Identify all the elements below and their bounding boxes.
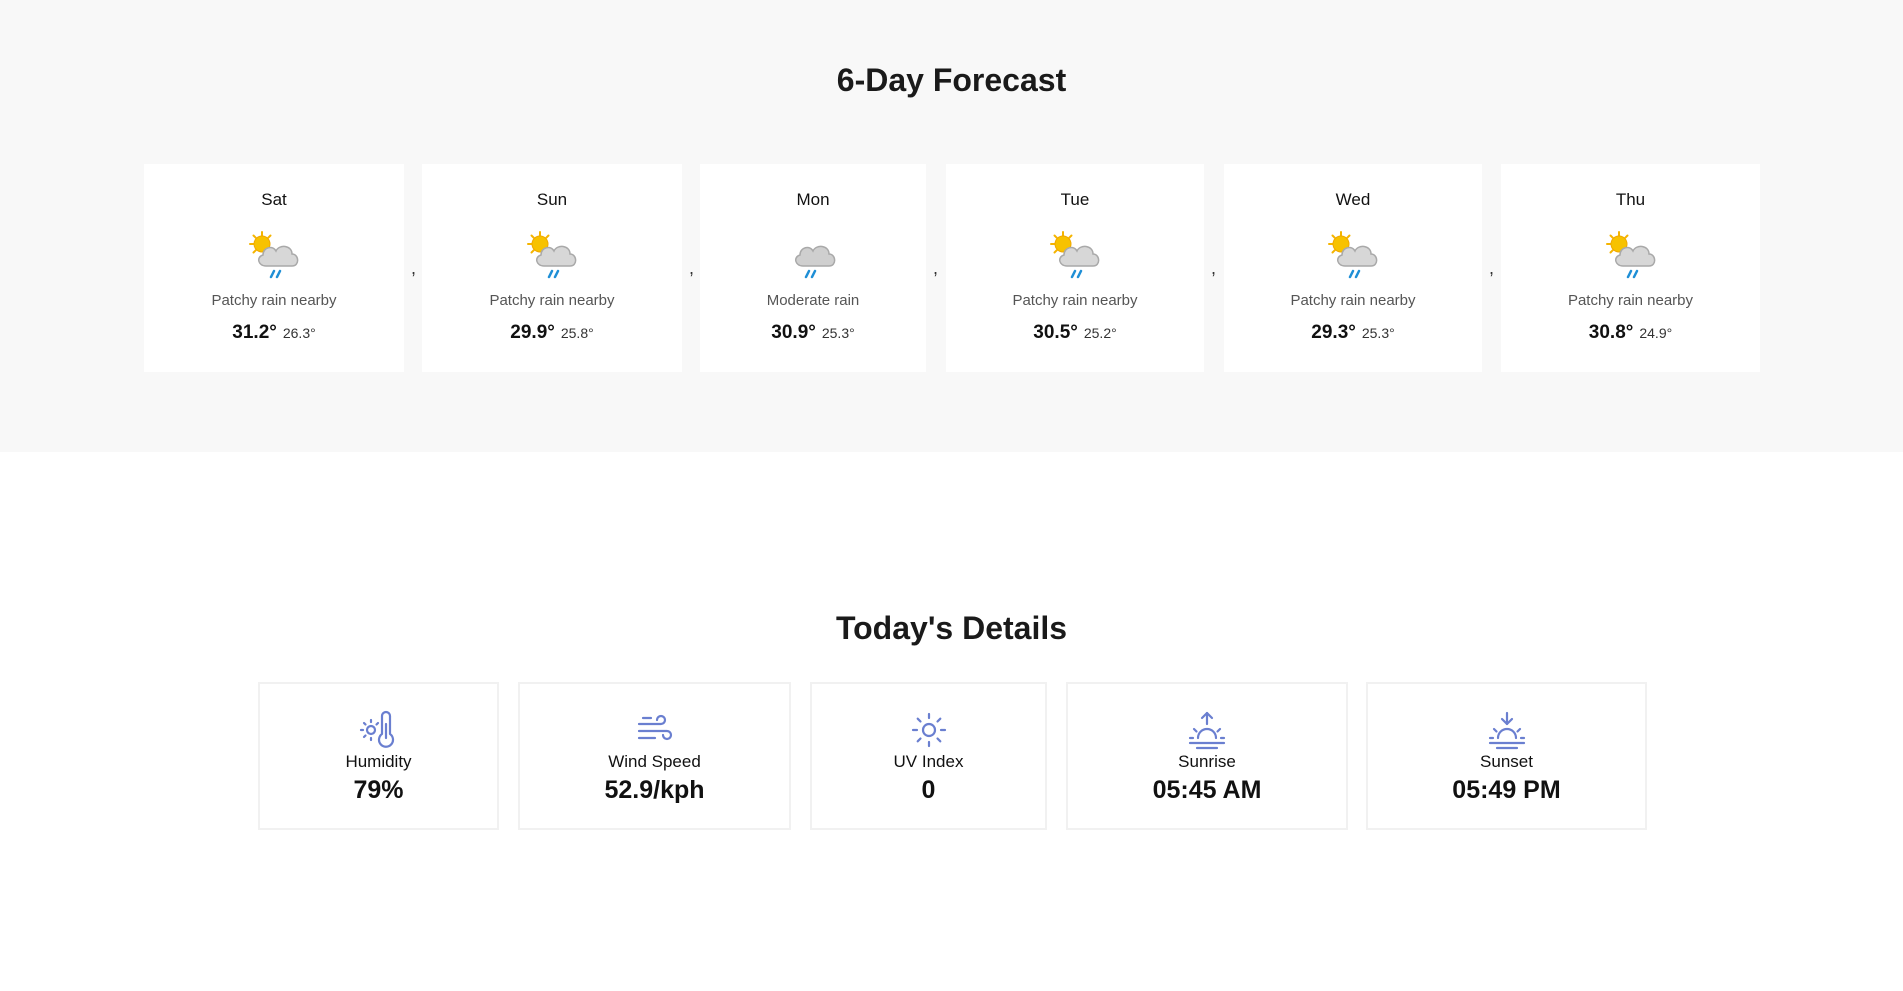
max-temp: 31.2° <box>232 322 277 343</box>
detail-card-sunrise: Sunrise 05:45 AM <box>1066 682 1348 830</box>
min-temp: 25.2° <box>1083 325 1117 341</box>
forecast-day-card: Sat Patchy rain nearby 31.2° 26.3° <box>144 164 404 372</box>
min-temp: 26.3° <box>282 325 316 341</box>
forecast-section: 6-Day Forecast Sat Patchy rain nearby 31… <box>0 0 1903 452</box>
detail-card-humidity: Humidity 79% <box>258 682 499 830</box>
temperature-range: 29.3° 25.3° <box>1224 322 1482 344</box>
min-temp: 25.3° <box>1361 325 1395 341</box>
detail-card-wind-speed: Wind Speed 52.9/kph <box>518 682 791 830</box>
min-temp: 25.3° <box>821 325 855 341</box>
weather-condition: Patchy rain nearby <box>1290 292 1416 309</box>
max-temp: 30.9° <box>771 322 816 343</box>
detail-value: 05:45 AM <box>1152 776 1262 804</box>
wind-icon <box>637 714 672 741</box>
forecast-day-card: Sun Patchy rain nearby 29.9° 25.8° <box>422 164 682 372</box>
weather-condition: Patchy rain nearby <box>489 292 615 309</box>
max-temp: 29.3° <box>1311 322 1356 343</box>
day-name: Thu <box>1615 190 1646 209</box>
forecast-title: 6-Day Forecast <box>836 62 1067 98</box>
partly-cloudy-rain-icon <box>1045 226 1105 282</box>
max-temp: 30.5° <box>1033 322 1078 343</box>
detail-card-sunset: Sunset 05:49 PM <box>1366 682 1647 830</box>
day-name: Sat <box>261 190 287 209</box>
thermometer-sun-icon <box>359 710 394 748</box>
day-name: Wed <box>1335 190 1371 209</box>
temperature-range: 30.5° 25.2° <box>946 322 1204 344</box>
min-temp: 24.9° <box>1639 325 1673 341</box>
sunset-icon <box>1488 711 1525 750</box>
detail-value: 79% <box>353 776 404 804</box>
weather-condition: Patchy rain nearby <box>211 292 337 309</box>
forecast-day-card: Mon Moderate rain 30.9° 25.3° <box>700 164 926 372</box>
partly-cloudy-rain-icon <box>244 226 304 282</box>
separator: , <box>689 258 695 278</box>
partly-cloudy-rain-icon <box>522 226 582 282</box>
detail-label: UV Index <box>893 752 964 771</box>
day-name: Sun <box>536 190 568 209</box>
day-name: Tue <box>1060 190 1090 209</box>
details-title: Today's Details <box>835 610 1068 646</box>
temperature-range: 30.8° 24.9° <box>1501 322 1760 344</box>
weather-condition: Patchy rain nearby <box>1567 292 1694 309</box>
detail-value: 05:49 PM <box>1452 776 1561 804</box>
detail-label: Sunset <box>1480 752 1533 771</box>
partly-cloudy-rain-icon <box>1601 226 1661 282</box>
forecast-day-card: Tue Patchy rain nearby 30.5° 25.2° <box>946 164 1204 372</box>
separator: , <box>933 258 939 278</box>
min-temp: 25.8° <box>560 325 594 341</box>
sun-icon <box>911 712 946 748</box>
detail-value: 52.9/kph <box>604 776 705 804</box>
weather-condition: Patchy rain nearby <box>1012 292 1138 309</box>
partly-cloudy-rain-icon <box>1323 226 1383 282</box>
temperature-range: 29.9° 25.8° <box>422 322 682 344</box>
forecast-day-card: Thu Patchy rain nearby 30.8° 24.9° <box>1501 164 1760 372</box>
forecast-day-card: Wed Patchy rain nearby 29.3° 25.3° <box>1224 164 1482 372</box>
detail-label: Humidity <box>345 752 412 771</box>
detail-label: Wind Speed <box>608 752 701 771</box>
detail-label: Sunrise <box>1178 752 1236 771</box>
weather-condition: Moderate rain <box>766 292 860 309</box>
sunrise-icon <box>1188 711 1226 750</box>
separator: , <box>1489 258 1495 278</box>
detail-value: 0 <box>921 776 936 804</box>
max-temp: 29.9° <box>510 322 555 343</box>
detail-card-uv-index: UV Index 0 <box>810 682 1047 830</box>
temperature-range: 31.2° 26.3° <box>144 322 404 344</box>
day-name: Mon <box>796 190 830 209</box>
separator: , <box>411 258 417 278</box>
temperature-range: 30.9° 25.3° <box>700 322 926 344</box>
cloud-rain-icon <box>783 226 843 282</box>
max-temp: 30.8° <box>1588 322 1634 343</box>
separator: , <box>1211 258 1217 278</box>
